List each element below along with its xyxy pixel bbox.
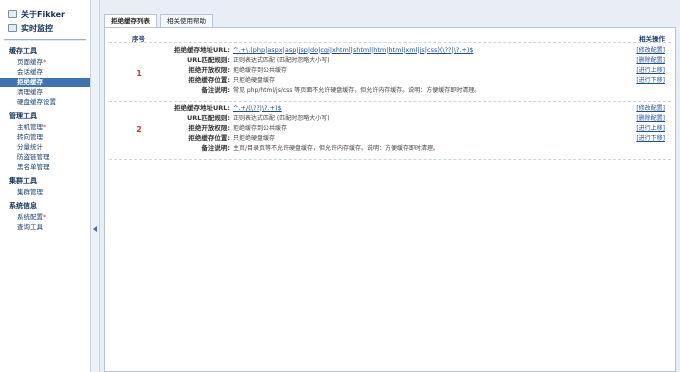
move-up-link[interactable]: [进行上移] — [636, 124, 665, 133]
table-row: 2 拒绝缓存地址URL: ^.+/(\??|\?.+)$ URL匹配规则: 正则表达… — [109, 102, 671, 160]
field-label-position: 拒绝缓存位置: — [188, 76, 230, 84]
sidebar-group-cache: 缓存工具 页面缓存* 会话缓存 拒绝缓存 清理缓存 硬盘缓存设置 — [0, 46, 90, 107]
move-down-link[interactable]: [进行下移] — [636, 134, 665, 143]
sidebar-item-monitor[interactable]: 实时监控 — [8, 21, 90, 35]
match-rule-value: 正则表达式匹配 (匹配时忽略大小写) — [233, 57, 330, 64]
field-label-rule: URL匹配规则: — [186, 56, 230, 64]
field-label-note: 备注说明: — [201, 86, 230, 94]
sidebar-item-clear-cache[interactable]: 清理缓存 — [0, 88, 90, 97]
sidebar-item-session-cache[interactable]: 会话缓存 — [0, 68, 90, 77]
column-header-seq: 序号 — [132, 35, 145, 43]
sidebar-item-about[interactable]: 关于Fikker — [8, 7, 90, 21]
row-number: 1 — [136, 69, 142, 78]
sidebar-group-title: 管理工具 — [9, 112, 37, 120]
edit-config-link[interactable]: [修改配置] — [636, 104, 665, 113]
sidebar-item-hotlink-management[interactable]: 防盗链管理 — [0, 153, 90, 162]
sidebar-item-reject-cache[interactable]: 拒绝缓存 — [0, 78, 90, 87]
sidebar-splitter[interactable] — [91, 0, 100, 372]
edit-config-link[interactable]: [修改配置] — [636, 46, 665, 55]
delete-config-link[interactable]: [删除配置] — [636, 114, 665, 123]
sidebar: 关于Fikker 实时监控 缓存工具 页面缓存* 会话缓存 拒绝缓存 清理缓存 … — [0, 0, 91, 372]
sidebar-group-title: 系统信息 — [9, 202, 37, 210]
sidebar-item-label: 关于Fikker — [21, 9, 66, 19]
main-area: 拒绝缓存列表 相关使用帮助 序号 相关操作 1 拒绝缓存地址URL: ^.+\.(… — [100, 0, 680, 372]
match-rule-value: 正则表达式匹配 (匹配时忽略大小写) — [233, 115, 330, 122]
sidebar-item-system-config[interactable]: 系统配置* — [0, 213, 90, 222]
sidebar-item-label: 实时监控 — [21, 23, 53, 33]
url-pattern-link[interactable]: ^.+\.(php|aspx|asp|jsp|do|cgi|xhtml|shtm… — [233, 46, 474, 55]
sidebar-group-title: 集群工具 — [9, 177, 37, 185]
table-header: 序号 相关操作 — [109, 32, 671, 43]
sidebar-item-query-tools[interactable]: 查询工具 — [0, 223, 90, 232]
collapse-arrow-icon[interactable] — [93, 226, 97, 232]
note-value: 主页/目录页等不允许硬盘缓存，但允许内存缓存。说明：方便缓存即时清理。 — [233, 145, 440, 152]
sidebar-group-system: 系统信息 系统配置* 查询工具 — [0, 201, 90, 232]
tab-bar: 拒绝缓存列表 相关使用帮助 — [104, 14, 216, 27]
sidebar-group-management: 管理工具 主机管理* 转向管理 分量统计 防盗链管理 黑名单管理 — [0, 111, 90, 172]
sidebar-item-page-cache[interactable]: 页面缓存* — [0, 58, 90, 67]
tab-reject-cache-list[interactable]: 拒绝缓存列表 — [104, 14, 157, 27]
field-label-url: 拒绝缓存地址URL: — [173, 46, 230, 54]
field-label-permission: 拒绝开放权限: — [188, 124, 230, 132]
sidebar-item-disk-cache-settings[interactable]: 硬盘缓存设置 — [0, 98, 90, 107]
permission-value: 拒绝缓存到公共缓存 — [233, 125, 288, 132]
url-pattern-link[interactable]: ^.+/(\??|\?.+)$ — [233, 104, 282, 113]
info-icon — [8, 10, 17, 18]
sidebar-group-cluster: 集群工具 集群管理 — [0, 176, 90, 197]
field-label-url: 拒绝缓存地址URL: — [173, 104, 230, 112]
table-row: 1 拒绝缓存地址URL: ^.+\.(php|aspx|asp|jsp|do|cg… — [109, 44, 671, 102]
field-label-permission: 拒绝开放权限: — [188, 66, 230, 74]
sidebar-item-host-management[interactable]: 主机管理* — [0, 123, 90, 132]
column-header-actions: 相关操作 — [639, 35, 665, 43]
field-label-rule: URL匹配规则: — [186, 114, 230, 122]
position-value: 只拒绝硬盘缓存 — [233, 135, 276, 142]
row-number: 2 — [136, 125, 142, 134]
sidebar-item-blacklist-management[interactable]: 黑名单管理 — [0, 163, 90, 172]
field-label-position: 拒绝缓存位置: — [188, 134, 230, 142]
sidebar-item-statistics[interactable]: 分量统计 — [0, 143, 90, 152]
move-up-link[interactable]: [进行上移] — [636, 66, 665, 75]
sidebar-group-title: 缓存工具 — [9, 47, 37, 55]
note-value: 常见 php/html/js/css 等页面不允许硬盘缓存，但允许内存缓存。说明… — [233, 87, 481, 94]
tab-help[interactable]: 相关使用帮助 — [160, 14, 213, 27]
delete-config-link[interactable]: [删除配置] — [636, 56, 665, 65]
sidebar-divider — [4, 39, 86, 41]
move-down-link[interactable]: [进行下移] — [636, 76, 665, 85]
field-label-note: 备注说明: — [201, 144, 230, 152]
content-panel: 序号 相关操作 1 拒绝缓存地址URL: ^.+\.(php|aspx|asp|j… — [104, 27, 676, 372]
sidebar-item-cluster-management[interactable]: 集群管理 — [0, 188, 90, 197]
monitor-icon — [8, 24, 17, 32]
position-value: 只拒绝硬盘缓存 — [233, 77, 276, 84]
sidebar-item-redirect-management[interactable]: 转向管理 — [0, 133, 90, 142]
permission-value: 拒绝缓存到公共缓存 — [233, 67, 288, 74]
